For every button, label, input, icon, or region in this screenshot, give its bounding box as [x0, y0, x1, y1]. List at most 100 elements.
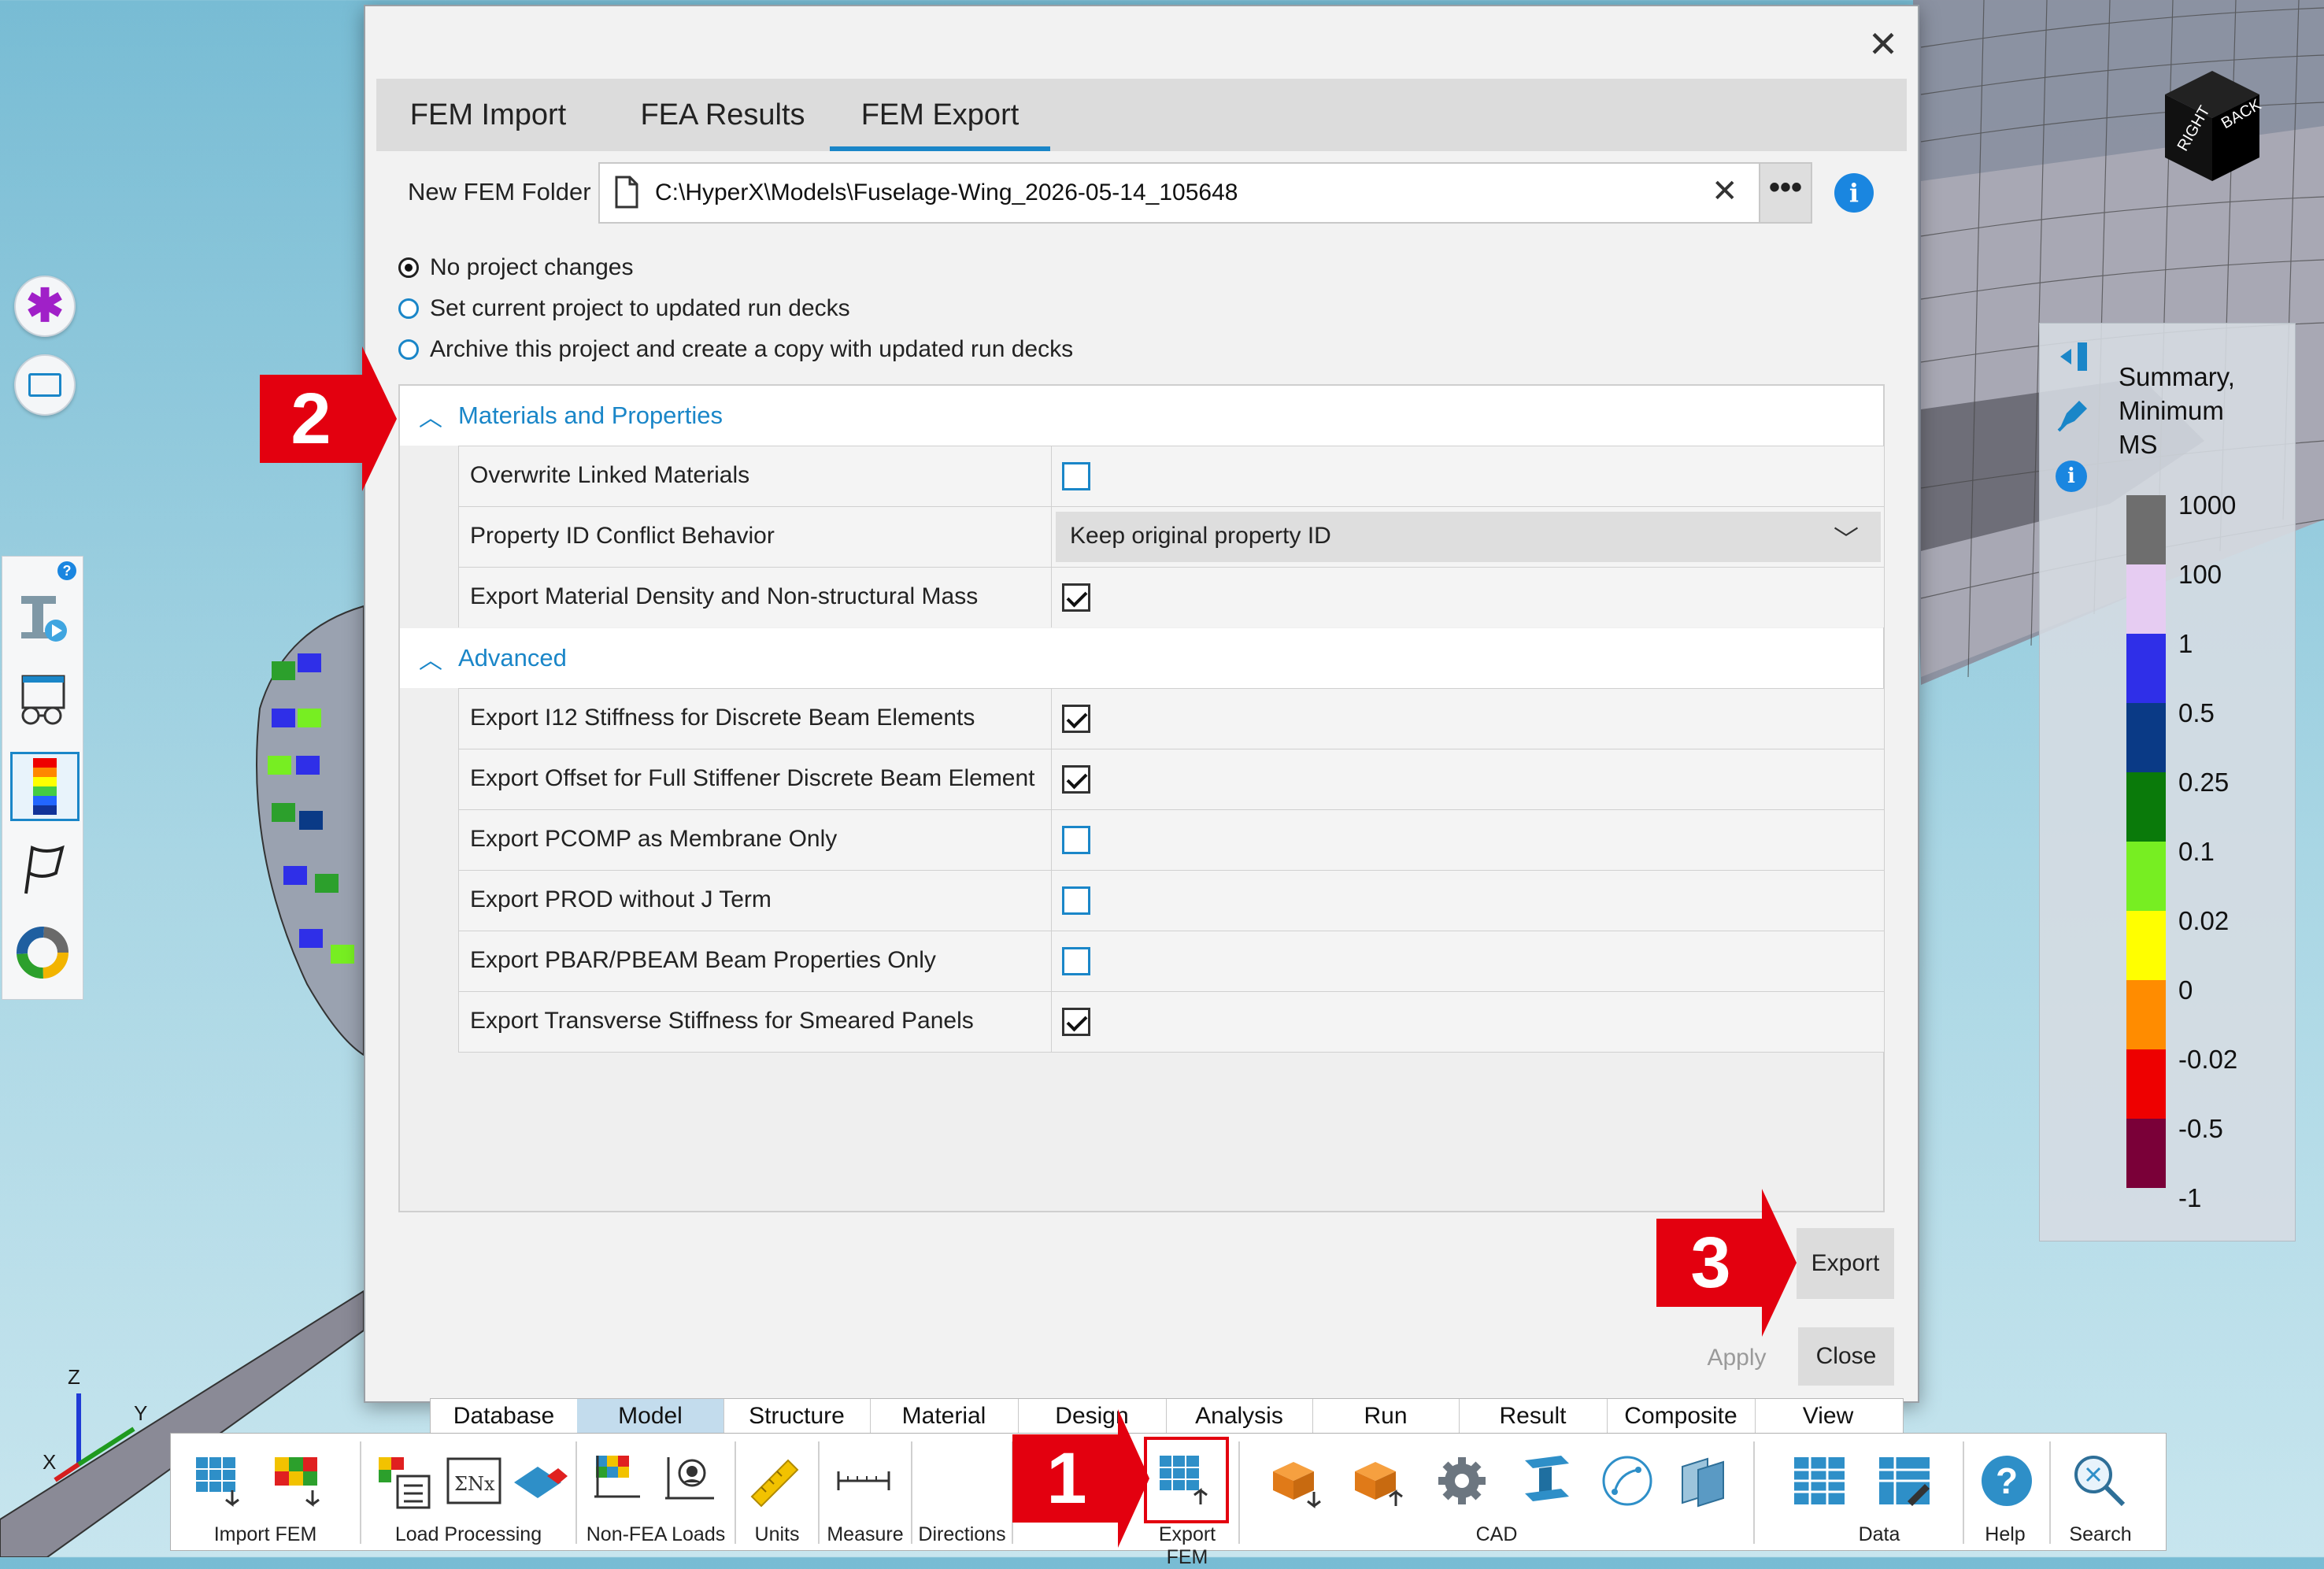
- inspect-tool-button[interactable]: [10, 667, 75, 731]
- ribbon-tab-result[interactable]: Result: [1459, 1399, 1608, 1434]
- legend-value-label: 1: [2178, 629, 2193, 658]
- tab-fem-export[interactable]: FEM Export: [830, 79, 1050, 151]
- radio-button[interactable]: [398, 339, 419, 360]
- pen-icon[interactable]: [2052, 393, 2095, 435]
- export-settings-panel: ︿ Materials and Properties Overwrite Lin…: [398, 384, 1885, 1212]
- fem-export-dialog: ✕ FEM Import FEA Results FEM Export New …: [364, 5, 1919, 1403]
- export-pcomp-membrane-checkbox[interactable]: [1062, 826, 1090, 854]
- radio-set-current-project[interactable]: Set current project to updated run decks: [398, 291, 850, 326]
- user-loads-icon[interactable]: [659, 1449, 722, 1512]
- beam-section-icon[interactable]: [1514, 1449, 1577, 1512]
- ribbon-tab-database[interactable]: Database: [431, 1399, 578, 1434]
- setting-label: Export Offset for Full Stiffener Discret…: [470, 765, 1035, 791]
- flag-tool-button[interactable]: [10, 837, 75, 901]
- cad-import-icon[interactable]: [1265, 1449, 1328, 1512]
- section-title: Advanced: [458, 644, 567, 672]
- beam-tool-button[interactable]: [10, 585, 75, 649]
- info-icon[interactable]: i: [1834, 173, 1874, 213]
- legend-value-label: 0.1: [2178, 837, 2215, 866]
- ribbon-group-measure: Measure: [827, 1523, 904, 1545]
- column-divider: [1051, 871, 1052, 931]
- ring-tool-button[interactable]: [10, 920, 75, 985]
- data-edit-icon[interactable]: [1873, 1449, 1936, 1512]
- load-sets-icon[interactable]: [374, 1449, 437, 1512]
- browse-folder-button[interactable]: •••: [1759, 162, 1812, 224]
- legend-heading: Summary, Minimum MS: [2119, 362, 2235, 459]
- export-transverse-stiffness-checkbox[interactable]: [1062, 1008, 1090, 1036]
- window-button[interactable]: [14, 354, 76, 416]
- import-results-icon[interactable]: [268, 1449, 331, 1512]
- ribbon-tab-model[interactable]: Model: [577, 1399, 724, 1434]
- radio-label: No project changes: [430, 254, 634, 280]
- radio-button[interactable]: [398, 257, 419, 278]
- export-offset-stiffener-checkbox[interactable]: [1062, 765, 1090, 794]
- legend-swatch: [2126, 495, 2166, 564]
- ribbon-tab-run[interactable]: Run: [1312, 1399, 1460, 1434]
- radio-archive-project[interactable]: Archive this project and create a copy w…: [398, 332, 1073, 367]
- close-button[interactable]: Close: [1798, 1327, 1894, 1386]
- import-fem-grid-icon[interactable]: [191, 1449, 254, 1512]
- section-header-advanced[interactable]: ︿ Advanced: [400, 628, 1883, 688]
- curve-icon[interactable]: [1596, 1449, 1659, 1512]
- legend-tool-button[interactable]: [10, 752, 80, 821]
- data-table-icon[interactable]: [1788, 1449, 1851, 1512]
- sum-nx-icon[interactable]: ΣNx: [443, 1449, 506, 1512]
- cad-export-icon[interactable]: [1347, 1449, 1410, 1512]
- overwrite-linked-materials-checkbox[interactable]: [1062, 462, 1090, 490]
- load-plate-icon[interactable]: [509, 1449, 572, 1512]
- ribbon-group-import-fem: Import FEM: [213, 1523, 317, 1545]
- legend-swatch: [2126, 980, 2166, 1049]
- step-arrow-1: [1118, 1409, 1149, 1548]
- tab-fem-import[interactable]: FEM Import: [376, 79, 600, 151]
- collapse-legend-icon[interactable]: [2056, 339, 2090, 374]
- asterisk-button[interactable]: ✱: [14, 276, 76, 337]
- radio-no-project-changes[interactable]: No project changes: [398, 250, 634, 285]
- setting-label: Export PROD without J Term: [470, 886, 772, 912]
- export-material-density-checkbox[interactable]: [1062, 583, 1090, 612]
- column-divider: [1051, 446, 1052, 506]
- rectangle-icon: [28, 373, 61, 397]
- ribbon-tab-view[interactable]: View: [1755, 1399, 1901, 1434]
- radio-label: Set current project to updated run decks: [430, 295, 850, 321]
- legend-value-label: 0: [2178, 975, 2193, 1005]
- ribbon-tab-material[interactable]: Material: [870, 1399, 1019, 1434]
- new-fem-folder-input[interactable]: C:\HyperX\Models\Fuselage-Wing_2026-05-1…: [598, 162, 1767, 224]
- help-icon[interactable]: ?: [1975, 1449, 2038, 1512]
- export-i12-stiffness-checkbox[interactable]: [1062, 705, 1090, 733]
- search-icon[interactable]: [2068, 1449, 2131, 1512]
- dialog-close-icon[interactable]: ✕: [1861, 22, 1905, 66]
- legend-swatch: [2126, 772, 2166, 842]
- ribbon-tab-structure[interactable]: Structure: [723, 1399, 871, 1434]
- apply-button[interactable]: Apply: [1688, 1329, 1786, 1387]
- step-arrow-3: [1762, 1189, 1797, 1337]
- ribbon-group-help: Help: [1985, 1523, 2026, 1545]
- export-pbar-pbeam-checkbox[interactable]: [1062, 947, 1090, 975]
- gear-icon[interactable]: [1430, 1449, 1493, 1512]
- section-header-materials[interactable]: ︿ Materials and Properties: [400, 386, 1883, 446]
- export-fem-button[interactable]: [1144, 1437, 1229, 1523]
- section-title: Materials and Properties: [458, 402, 723, 429]
- property-id-conflict-dropdown[interactable]: Keep original property ID ﹀: [1056, 512, 1881, 562]
- ribbon-tab-analysis[interactable]: Analysis: [1166, 1399, 1313, 1434]
- legend-swatch: [2126, 1049, 2166, 1119]
- measure-icon[interactable]: [832, 1449, 895, 1512]
- surface-icon[interactable]: [1675, 1449, 1737, 1512]
- tab-fea-results[interactable]: FEA Results: [612, 79, 833, 151]
- color-scale-icon: [33, 758, 57, 815]
- clear-folder-icon[interactable]: ✕: [1712, 173, 1738, 209]
- chevron-down-icon: ﹀: [1833, 525, 1859, 553]
- radio-button[interactable]: [398, 298, 419, 319]
- color-ring-icon: [17, 927, 68, 979]
- column-divider: [1051, 992, 1052, 1052]
- ribbon-tab-composite[interactable]: Composite: [1607, 1399, 1756, 1434]
- flag-icon: [24, 845, 65, 894]
- help-icon[interactable]: ?: [57, 561, 76, 580]
- export-button[interactable]: Export: [1797, 1228, 1894, 1299]
- legend-info-icon[interactable]: i: [2056, 461, 2087, 492]
- setting-row: Export Material Density and Non-structur…: [458, 567, 1884, 627]
- export-prod-without-j-checkbox[interactable]: [1062, 886, 1090, 915]
- non-fea-loads-icon[interactable]: [588, 1449, 651, 1512]
- ribbon-toolbar: Import FEM ΣNx Load Processing Non-FEA L…: [170, 1433, 2167, 1568]
- view-cube[interactable]: RIGHT BACK: [2141, 63, 2267, 189]
- ruler-icon[interactable]: [744, 1449, 807, 1512]
